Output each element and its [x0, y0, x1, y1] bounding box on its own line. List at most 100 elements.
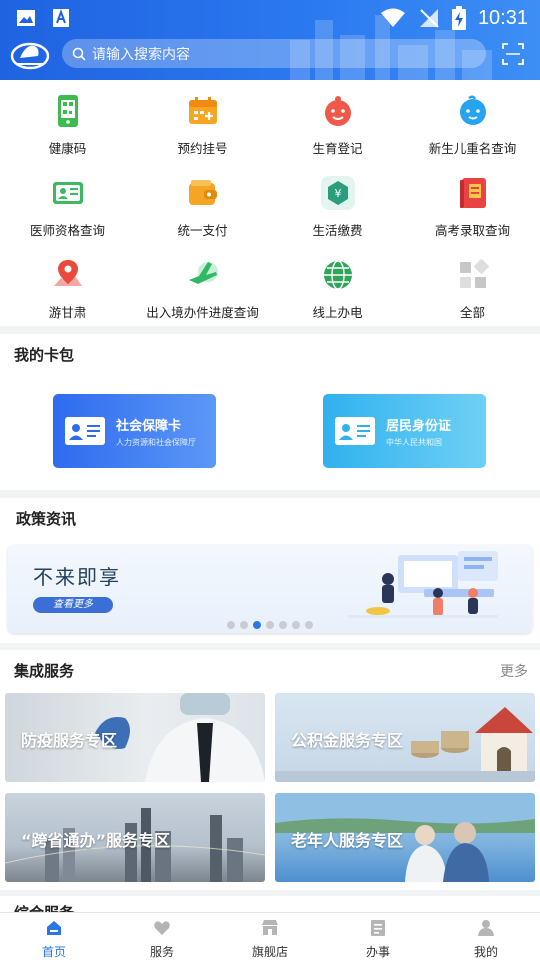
carousel-dot[interactable] — [279, 621, 287, 629]
section-title: 集成服务 — [14, 662, 75, 680]
service-label: 游甘肃 — [48, 305, 87, 320]
wallet-icon — [188, 180, 217, 205]
nav-services[interactable]: 服务 — [108, 913, 216, 960]
location-pin-icon — [53, 260, 82, 286]
battery-charging-icon — [451, 6, 466, 30]
tile-label: 防疫服务专区 — [21, 731, 118, 750]
banner-slogan: 不来即享 — [33, 565, 121, 589]
search-placeholder: 请输入搜索内容 — [92, 46, 190, 63]
user-icon — [478, 920, 494, 936]
document-icon — [371, 920, 385, 936]
carousel-indicator — [227, 621, 313, 629]
social-security-card[interactable]: 社会保障卡 人力资源和社会保障厅 — [53, 394, 216, 468]
airplane-icon — [188, 262, 218, 284]
service-health-code[interactable]: 健康码 — [0, 80, 135, 160]
service-newborn-name[interactable]: 新生儿重名查询 — [405, 80, 540, 160]
policy-banner[interactable]: 不来即享 查看更多 — [8, 545, 532, 633]
baby-face-icon — [324, 96, 351, 126]
phone-qr-icon — [57, 95, 78, 127]
tile-label: 公积金服务专区 — [291, 731, 404, 750]
section-title: 政策资讯 — [16, 510, 77, 528]
globe-power-icon — [323, 260, 352, 290]
wifi-icon — [380, 8, 405, 27]
nav-label: 旗舰店 — [251, 945, 288, 959]
yuan-payment-icon: ¥ — [320, 176, 355, 210]
service-label: 统一支付 — [177, 223, 228, 238]
service-all[interactable]: 全部 — [405, 244, 540, 324]
doctor-license-icon — [52, 182, 83, 204]
search-icon — [72, 47, 86, 61]
more-link[interactable]: 更多 — [500, 661, 528, 681]
service-label: 医师资格查询 — [29, 223, 105, 238]
heart-service-icon — [154, 921, 170, 935]
svg-text:¥: ¥ — [334, 187, 341, 200]
card-subtitle: 人力资源和社会保障厅 — [116, 438, 196, 447]
home-icon — [47, 921, 61, 935]
service-label: 出入境办件进度查询 — [146, 305, 259, 320]
search-bar[interactable]: 请输入搜索内容 — [62, 39, 486, 68]
carousel-dot[interactable] — [253, 621, 261, 629]
service-label: 线上办电 — [312, 305, 363, 320]
scan-icon[interactable] — [502, 43, 524, 65]
nav-label: 首页 — [41, 945, 66, 959]
id-card-icon — [65, 417, 105, 445]
carousel-dot[interactable] — [292, 621, 300, 629]
service-appointment[interactable]: 预约挂号 — [135, 80, 270, 160]
status-time: 10:31 — [477, 6, 528, 29]
carousel-dot[interactable] — [240, 621, 248, 629]
service-label: 高考录取查询 — [434, 223, 510, 238]
service-utility-payment[interactable]: ¥ 生活缴费 — [270, 162, 405, 242]
service-label: 生活缴费 — [312, 223, 363, 238]
section-title: 我的卡包 — [14, 346, 75, 364]
app-logo — [10, 42, 50, 70]
tile-housing-fund[interactable]: 公积金服务专区 — [275, 693, 535, 782]
tile-epidemic-prevention[interactable]: 防疫服务专区 — [5, 693, 265, 782]
nav-home[interactable]: 首页 — [0, 913, 108, 960]
app-header: 10:31 请输入搜索内容 — [0, 0, 540, 80]
card-pack-section: 我的卡包 社会保障卡 人力资源和社会保障厅 居民身份证 中华人民共和国 — [0, 334, 540, 490]
service-physician-qualification[interactable]: 医师资格查询 — [0, 162, 135, 242]
banner-more-button[interactable]: 查看更多 — [33, 597, 113, 613]
calendar-plus-icon — [188, 97, 217, 124]
service-label: 预约挂号 — [177, 141, 228, 156]
service-label: 新生儿重名查询 — [428, 141, 517, 156]
nav-mine[interactable]: 我的 — [432, 913, 540, 960]
card-subtitle: 中华人民共和国 — [386, 438, 442, 447]
card-title: 社会保障卡 — [116, 419, 182, 434]
carousel-dot[interactable] — [266, 621, 274, 629]
tile-label: 老年人服务专区 — [291, 831, 404, 850]
gallery-notification-icon — [17, 10, 35, 26]
tile-cross-province[interactable]: “跨省通办”服务专区 — [5, 793, 265, 882]
quick-service-grid: 健康码 预约挂号 生育登记 新生儿重名查询 医师资格查询 统一支付 ¥ 生活缴费… — [0, 80, 540, 326]
service-tour-gansu[interactable]: 游甘肃 — [0, 244, 135, 324]
nav-label: 服务 — [149, 945, 174, 959]
service-exit-entry-progress[interactable]: 出入境办件进度查询 — [135, 244, 270, 324]
office-illustration — [348, 551, 498, 618]
carousel-dot[interactable] — [305, 621, 313, 629]
service-college-admission[interactable]: 高考录取查询 — [405, 162, 540, 242]
font-notification-icon — [53, 9, 69, 27]
card-title: 居民身份证 — [386, 419, 452, 434]
no-signal-icon — [419, 9, 439, 28]
id-card-icon — [335, 417, 375, 445]
admission-book-icon — [459, 178, 486, 208]
tile-elderly-service[interactable]: 老年人服务专区 — [275, 793, 535, 882]
nav-flagship-store[interactable]: 旗舰店 — [216, 913, 324, 960]
integrated-services-section: 集成服务 更多 防疫服务专区 公积金服务专区 “跨省通办”服务专区 老年人服务专… — [0, 650, 540, 890]
nav-affairs[interactable]: 办事 — [324, 913, 432, 960]
nav-label: 办事 — [365, 945, 390, 959]
tile-label: “跨省通办”服务专区 — [21, 831, 171, 850]
resident-id-card[interactable]: 居民身份证 中华人民共和国 — [323, 394, 486, 468]
nav-label: 我的 — [473, 945, 498, 959]
baby-name-icon — [459, 95, 486, 125]
policy-news-section: 政策资讯 不来即享 查看更多 — [0, 498, 540, 643]
bottom-navigation: 首页 服务 旗舰店 办事 我的 — [0, 912, 540, 960]
service-label: 生育登记 — [312, 141, 363, 156]
service-label: 健康码 — [48, 141, 87, 156]
service-birth-registration[interactable]: 生育登记 — [270, 80, 405, 160]
all-grid-icon — [459, 259, 489, 288]
service-online-electricity[interactable]: 线上办电 — [270, 244, 405, 324]
service-label: 全部 — [459, 305, 485, 320]
service-unified-payment[interactable]: 统一支付 — [135, 162, 270, 242]
carousel-dot[interactable] — [227, 621, 235, 629]
